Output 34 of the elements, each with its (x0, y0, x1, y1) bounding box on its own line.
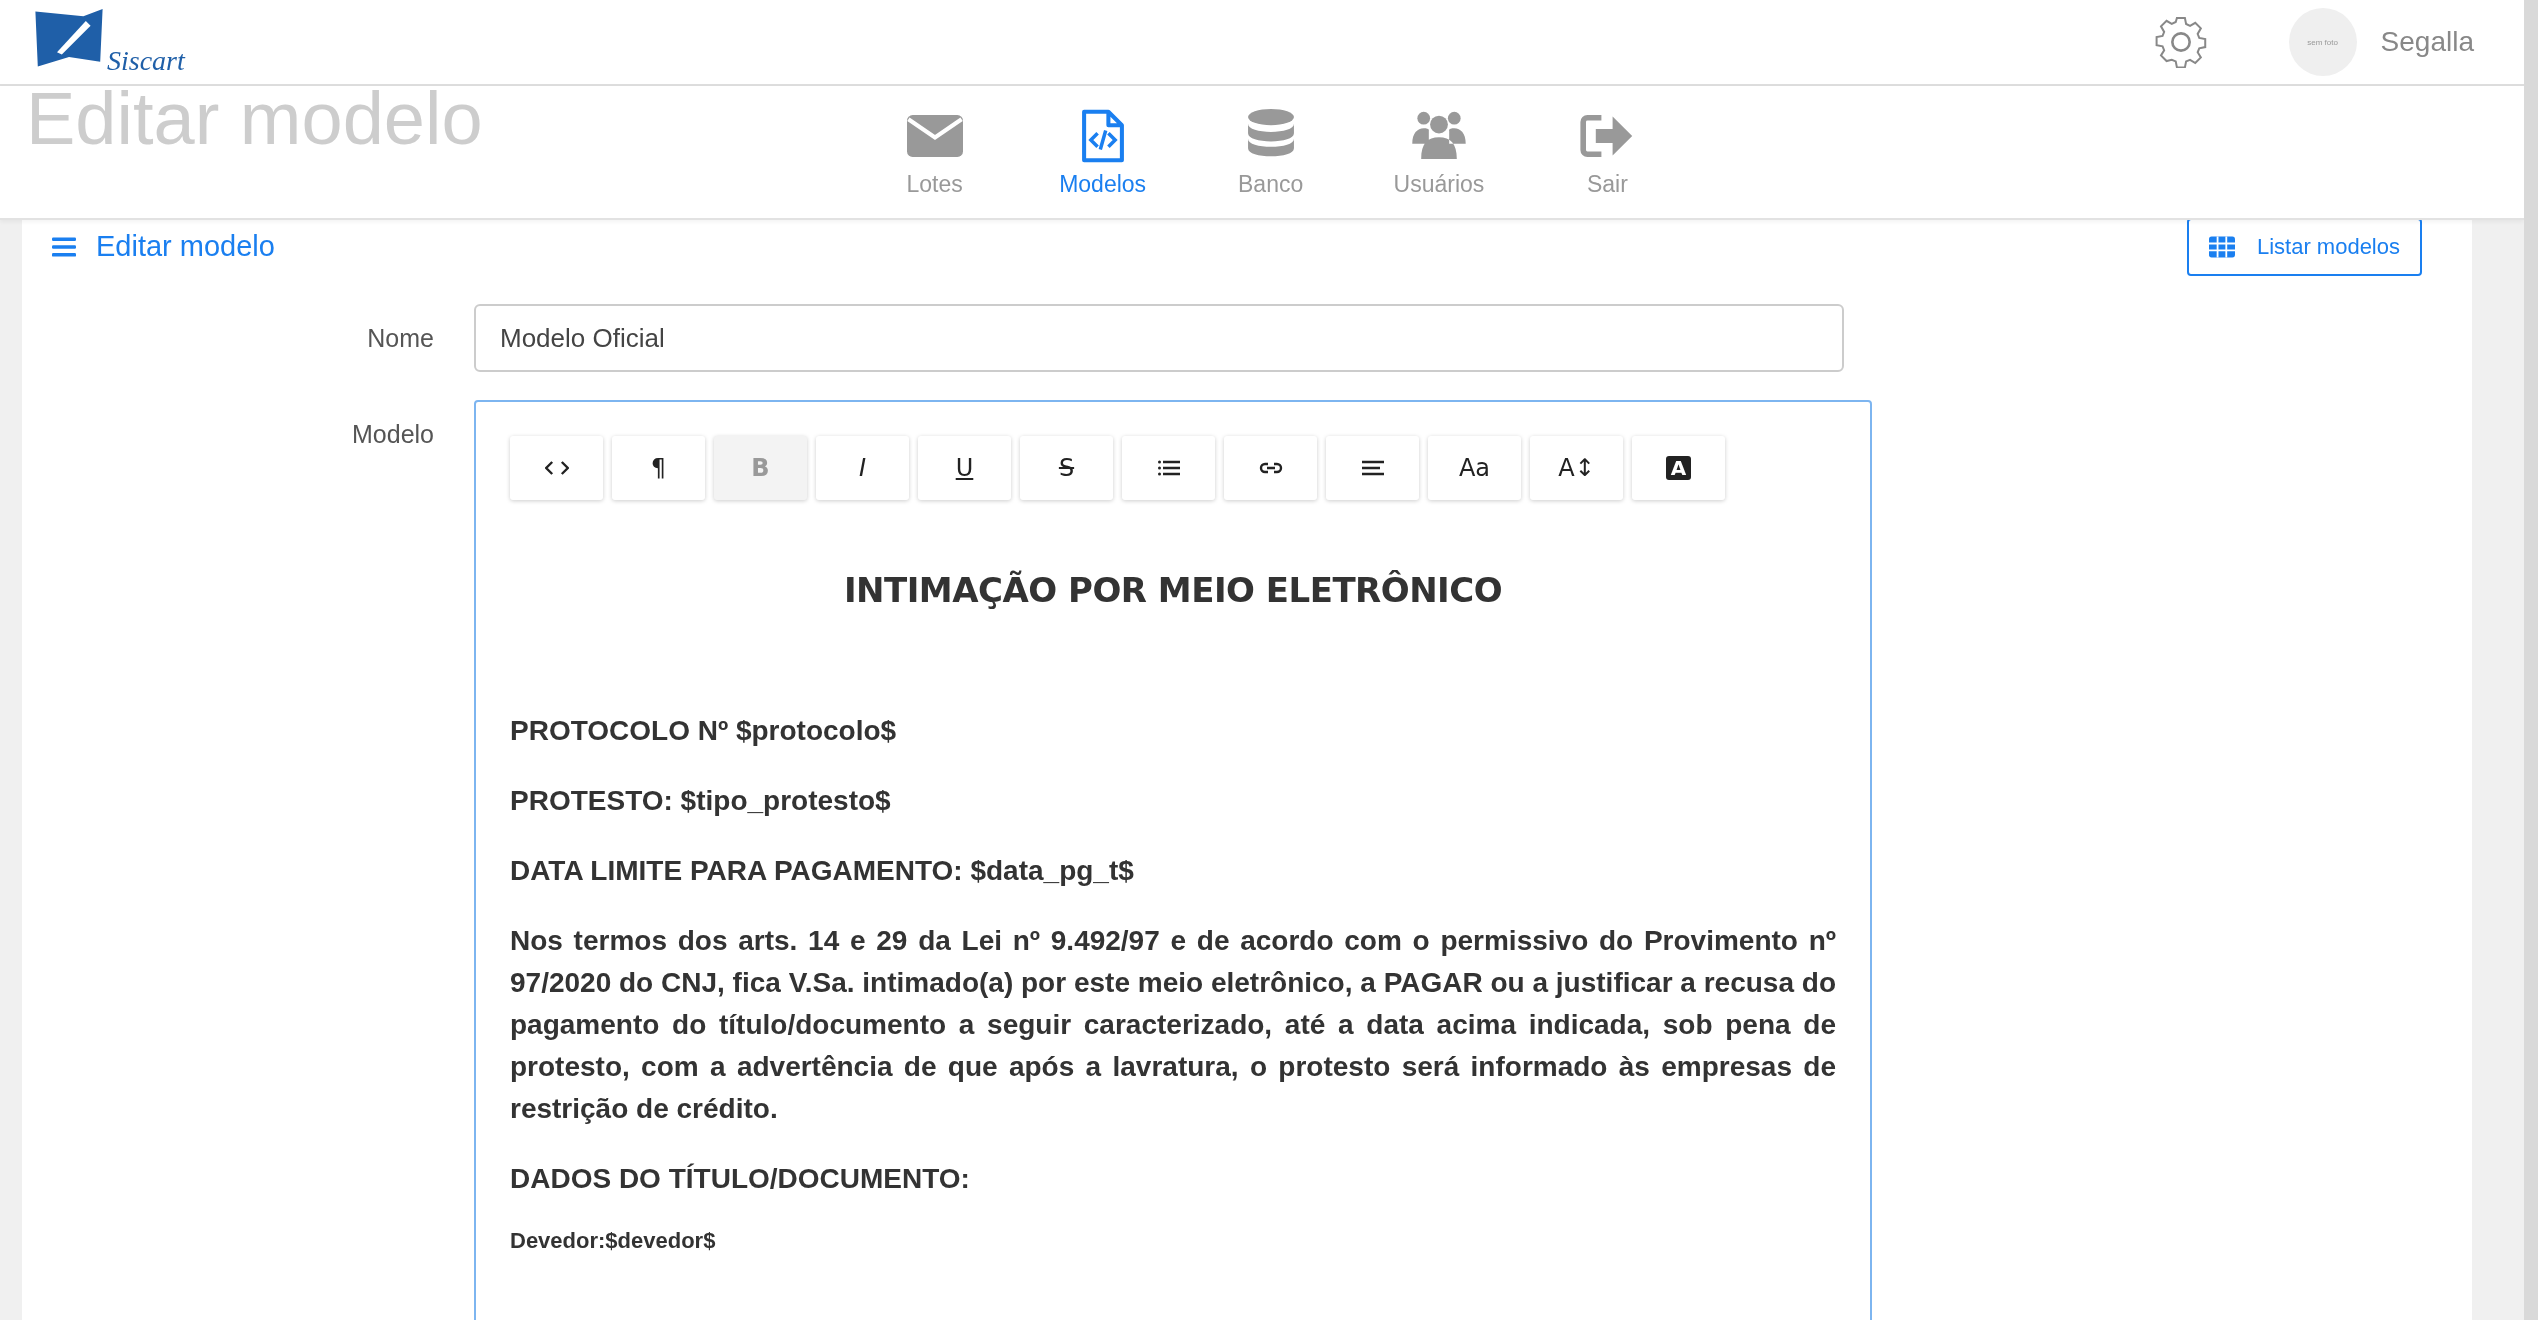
document-paragraph: DADOS DO TÍTULO/DOCUMENTO: (510, 1162, 971, 1196)
link-icon (1258, 460, 1283, 476)
toolbar-button[interactable] (1326, 436, 1419, 500)
section-title: Editar modelo (96, 230, 275, 263)
align-icon (1360, 460, 1385, 476)
text-editor[interactable] (474, 400, 1872, 1320)
logo-icon (33, 9, 105, 69)
avatar-label: sem foto (2307, 37, 2338, 47)
list-button[interactable]: Listar modelos (2186, 218, 2422, 276)
toolbar-button[interactable]: S (1020, 436, 1113, 500)
toolbar-button[interactable] (1122, 436, 1215, 500)
user-name[interactable]: Segalla (2380, 26, 2474, 58)
nav-item[interactable]: Modelos (1047, 86, 1158, 218)
field-label: Nome (366, 323, 434, 353)
toolbar-button[interactable]: Aa (1428, 436, 1521, 500)
menu-icon (52, 236, 76, 257)
toolbar-button[interactable]: I (816, 436, 909, 500)
field-label: Modelo (351, 419, 434, 449)
document-paragraph: DATA LIMITE PARA PAGAMENTO: $data_pg_t$ (510, 854, 1135, 888)
toolbar-button[interactable]: U (918, 436, 1011, 500)
toolbar-button[interactable]: A (1632, 436, 1725, 500)
settings-icon (2154, 16, 2207, 68)
document-paragraph: PROTESTO: $tipo_protesto$ (510, 784, 892, 818)
name-field[interactable]: Modelo Oficial (474, 304, 1844, 372)
toolbar-button[interactable]: A↕ (1530, 436, 1623, 500)
document-paragraph: Devedor:$devedor$ (510, 1228, 717, 1254)
code-icon (544, 460, 569, 476)
document-title: INTIMAÇÃO POR MEIO ELETRÔNICO (842, 570, 1504, 610)
toolbar-button[interactable]: ¶ (612, 436, 705, 500)
list-icon (1156, 460, 1181, 476)
document-paragraph: Nos termos dos arts. 14 e 29 da Lei nº 9.492/97 e de acordo com o permissivo do Provimento nº 97/2020 do CNJ, fica V.Sa. intimado(a) por este meio eletrônico, a PAGAR ou a justificar a recusa do pagamento do título/documento a seguir caracterizado, até a data acima indicada, sob pena de protesto, com a advertência de que após a lavratura, o protesto será informado às empresas de restrição de crédito. (510, 924, 1836, 1126)
document-paragraph: PROTOCOLO Nº $protocolo$ (510, 714, 898, 748)
table-icon (2208, 236, 2235, 258)
logo[interactable]: Siscart (107, 45, 185, 77)
